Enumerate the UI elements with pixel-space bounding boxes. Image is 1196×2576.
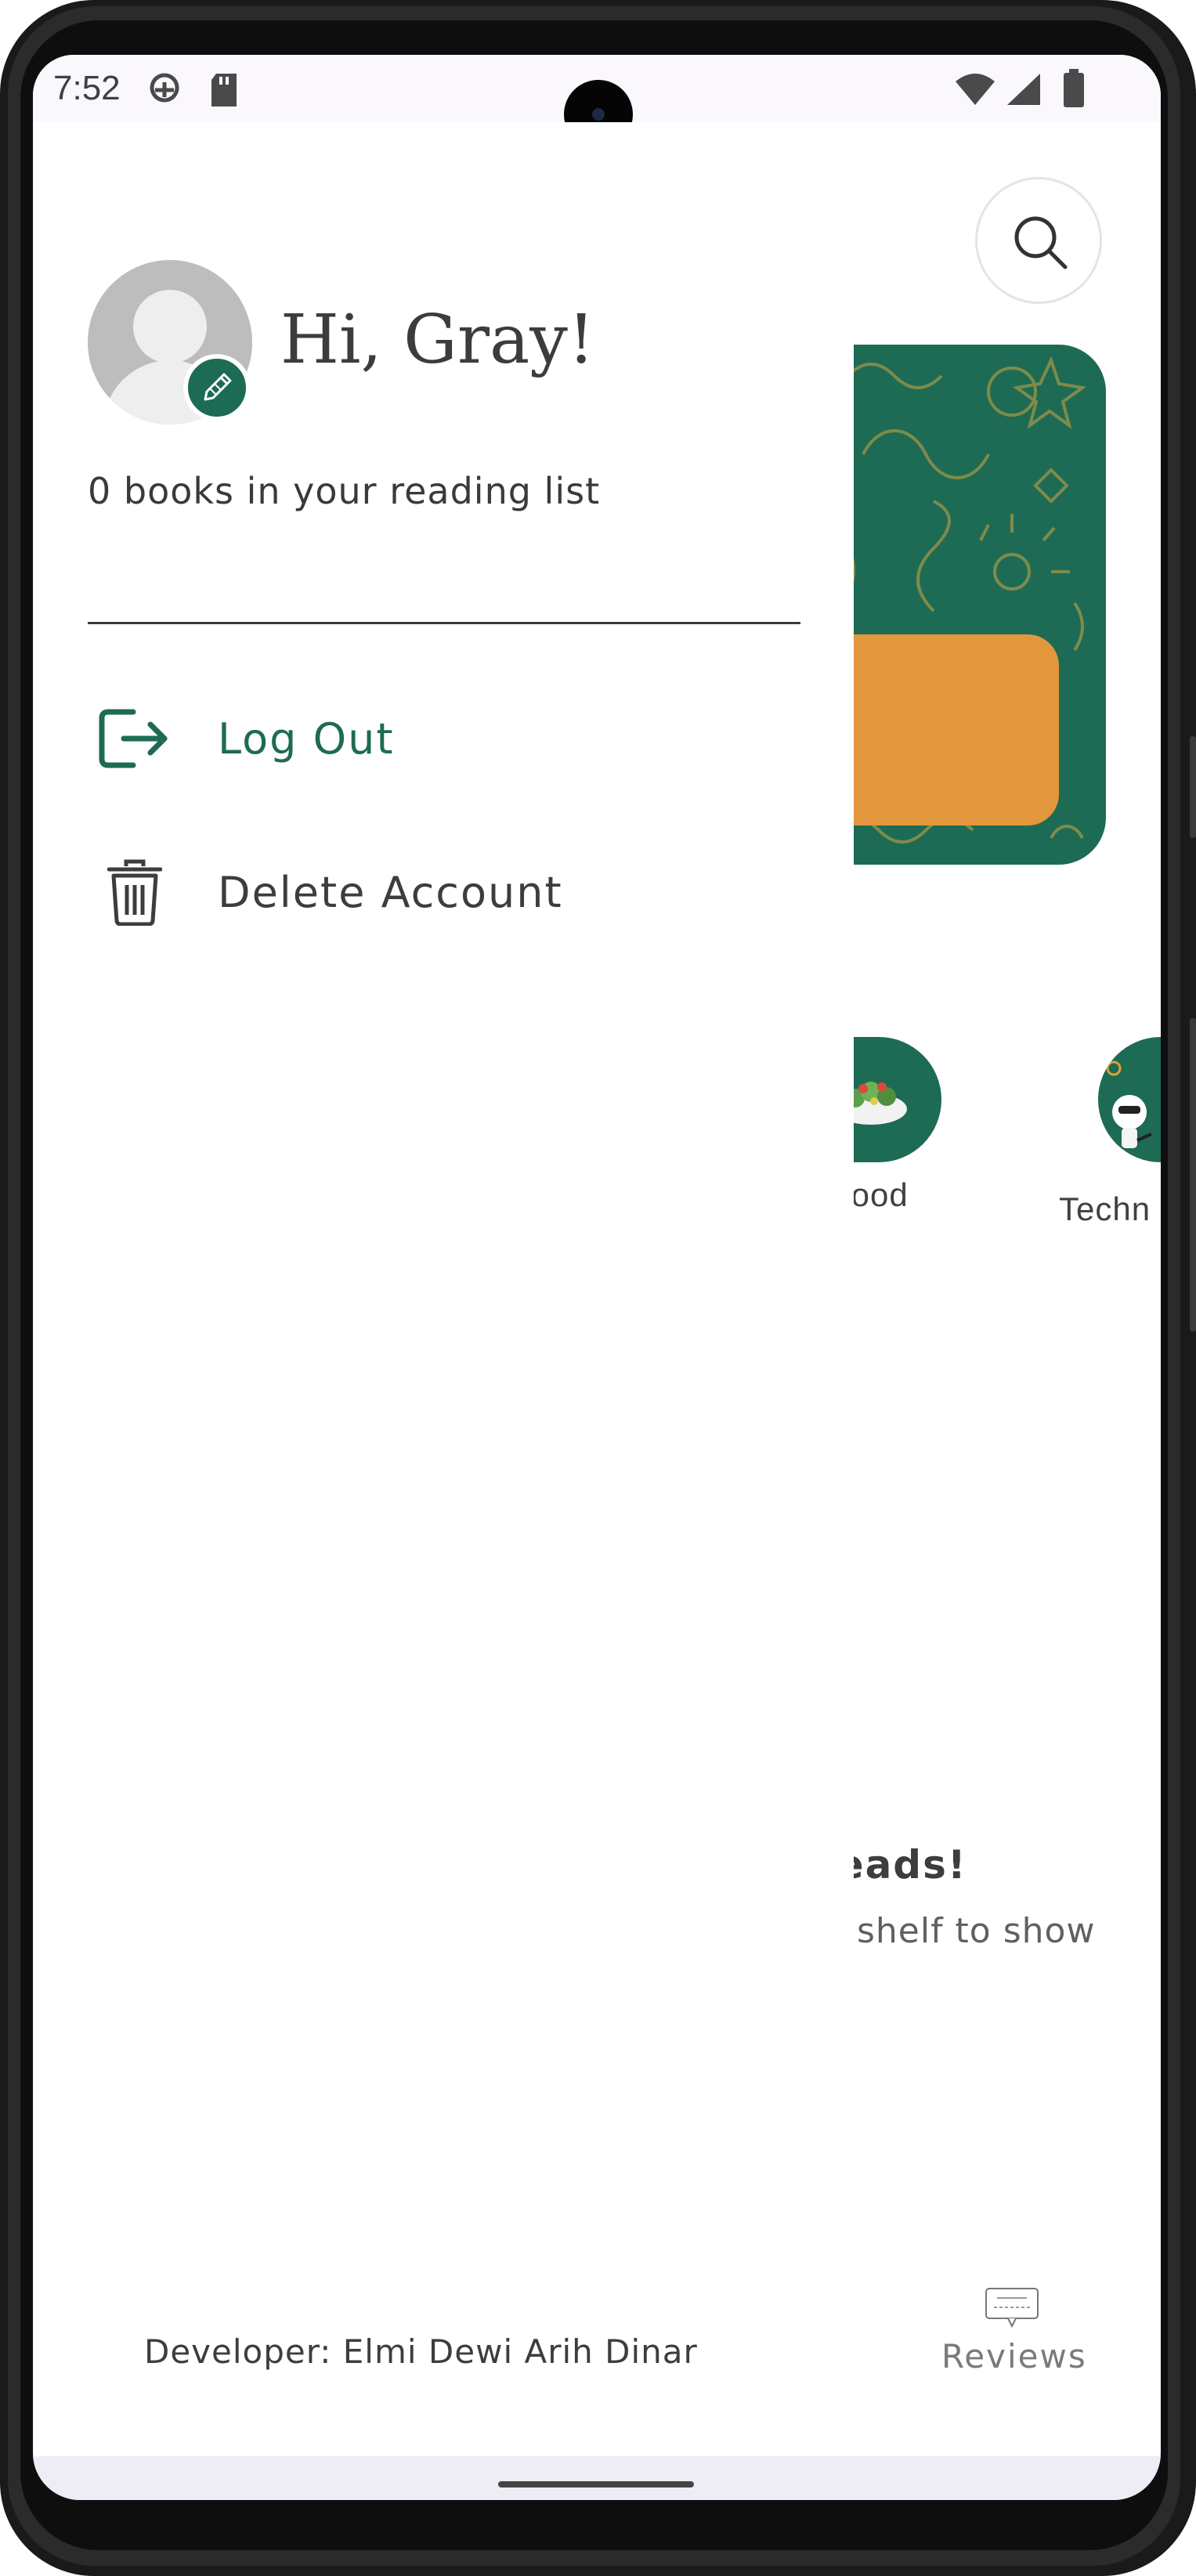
volume-button <box>1190 736 1196 838</box>
navigation-drawer: Hi, Gray! 0 books in your reading list L… <box>33 122 854 2444</box>
empty-shelf-subtitle: w shelf to show <box>816 1911 1096 1951</box>
avatar-head <box>133 290 207 363</box>
logout-icon <box>88 699 182 778</box>
nav-reviews[interactable]: Reviews <box>941 2285 1087 2375</box>
search-icon <box>1014 216 1068 269</box>
robot-icon <box>1098 1037 1161 1162</box>
developer-credit: Developer: Elmi Dewi Arih Dinar <box>144 2332 698 2371</box>
greeting-text: Hi, Gray! <box>280 301 595 379</box>
gesture-area <box>33 2456 1161 2500</box>
wifi-icon <box>954 72 996 110</box>
power-button <box>1190 1018 1196 1331</box>
logout-button[interactable]: Log Out <box>88 688 714 789</box>
logout-label: Log Out <box>218 714 395 764</box>
home-gesture-bar[interactable] <box>498 2481 694 2487</box>
data-saver-icon <box>149 70 180 113</box>
status-time: 7:52 <box>53 69 121 107</box>
divider <box>88 622 800 624</box>
delete-account-label: Delete Account <box>218 867 563 917</box>
delete-account-button[interactable]: Delete Account <box>88 841 714 943</box>
pencil-icon <box>204 373 232 401</box>
nav-reviews-label: Reviews <box>941 2337 1087 2375</box>
reading-list-count: 0 books in your reading list <box>88 470 601 512</box>
trash-icon <box>88 853 182 931</box>
featured-banner[interactable] <box>816 345 1106 865</box>
category-label: Techn <box>1059 1190 1151 1227</box>
review-card-icon <box>985 2288 1039 2329</box>
battery-icon <box>1062 69 1086 111</box>
screen: 7:52 Food Techn reads! w shelf to show R… <box>33 55 1161 2500</box>
edit-avatar-button[interactable] <box>183 354 251 421</box>
search-button[interactable] <box>975 177 1102 304</box>
category-technology[interactable]: Techn <box>1059 1037 1161 1227</box>
cellular-signal-icon <box>1006 72 1042 110</box>
sd-card-icon <box>208 72 240 111</box>
